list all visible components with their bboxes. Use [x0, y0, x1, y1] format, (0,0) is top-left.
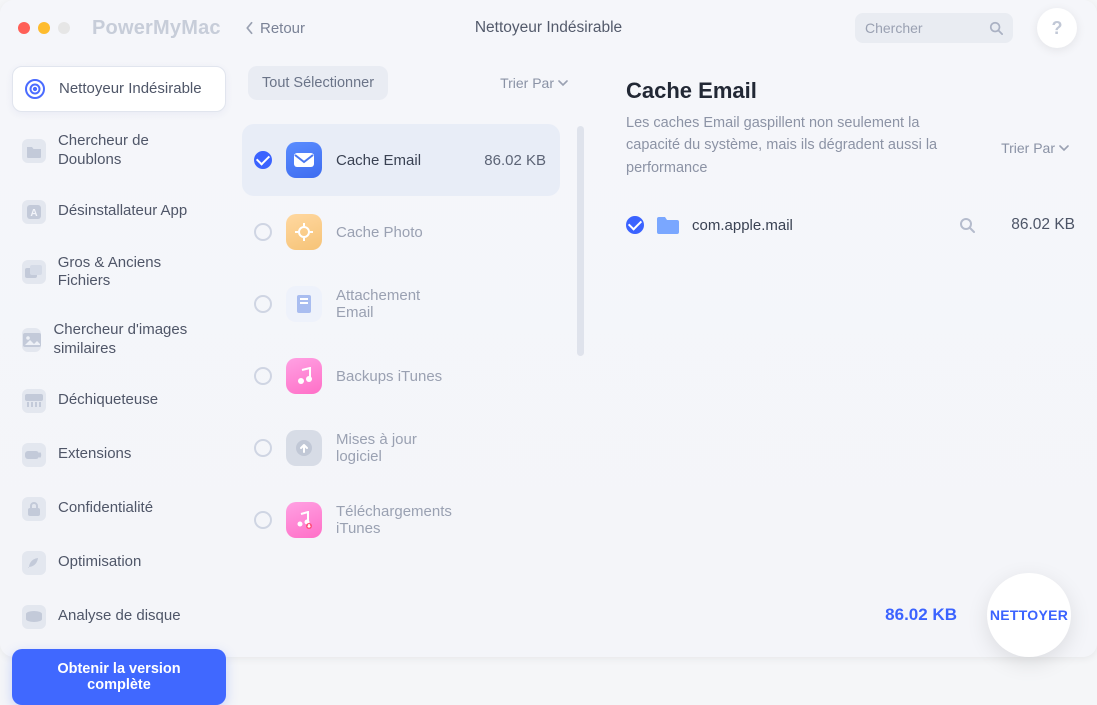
category-label: Téléchargements iTunes [336, 503, 456, 537]
content: Nettoyeur Indésirable Chercheur de Doubl… [0, 56, 1097, 657]
folder-icon [22, 139, 46, 163]
category-label: Backups iTunes [336, 368, 442, 385]
app-icon: A [22, 200, 46, 224]
category-checkbox[interactable] [254, 367, 272, 385]
sort-label: Trier Par [500, 75, 554, 91]
category-column: Tout Sélectionner Trier Par Cache Email … [234, 56, 586, 657]
detail-title: Cache Email [626, 78, 1075, 104]
sidebar-item-label: Déchiqueteuse [58, 391, 158, 410]
close-window-button[interactable] [18, 22, 30, 34]
footer: 86.02 KB NETTOYER [586, 573, 1097, 657]
clean-button[interactable]: NETTOYER [987, 573, 1071, 657]
detail-description: Les caches Email gaspillent non seulemen… [626, 112, 956, 179]
sidebar-item-label: Extensions [58, 445, 131, 464]
sidebar-item-uninstaller[interactable]: A Désinstallateur App [12, 190, 226, 234]
folder-icon [656, 215, 680, 235]
sidebar-item-junk-cleaner[interactable]: Nettoyeur Indésirable [12, 66, 226, 112]
update-icon [286, 430, 322, 466]
clean-label: NETTOYER [990, 607, 1068, 623]
target-icon [23, 77, 47, 101]
category-label: Attachement Email [336, 287, 456, 321]
sidebar-item-label: Optimisation [58, 553, 141, 572]
disk-icon [22, 605, 46, 629]
search-input[interactable] [865, 20, 975, 36]
category-item-cache-photo[interactable]: Cache Photo [242, 196, 560, 268]
chevron-left-icon [244, 21, 254, 35]
category-item-itunes-backups[interactable]: Backups iTunes [242, 340, 560, 412]
shredder-icon [22, 389, 46, 413]
back-button[interactable]: Retour [244, 20, 305, 37]
file-size: 86.02 KB [1005, 216, 1075, 234]
scrollbar[interactable] [577, 126, 584, 356]
sidebar-item-disk-analysis[interactable]: Analyse de disque [12, 595, 226, 639]
sidebar-item-duplicates[interactable]: Chercheur de Doublons [12, 122, 226, 180]
category-toolbar: Tout Sélectionner Trier Par [242, 60, 578, 106]
detail-sort-button[interactable]: Trier Par [1001, 140, 1069, 156]
extensions-icon [22, 443, 46, 467]
window-controls [18, 22, 70, 34]
music-icon [286, 358, 322, 394]
image-icon [22, 328, 41, 352]
sidebar-item-label: Désinstallateur App [58, 202, 187, 221]
help-button[interactable]: ? [1037, 8, 1077, 48]
folders-icon [22, 260, 46, 284]
category-item-cache-email[interactable]: Cache Email 86.02 KB [242, 124, 560, 196]
sidebar-item-privacy[interactable]: Confidentialité [12, 487, 226, 531]
sidebar-item-extensions[interactable]: Extensions [12, 433, 226, 477]
sidebar-item-similar-images[interactable]: Chercheur d'images similaires [12, 311, 226, 369]
category-size: 86.02 KB [484, 152, 546, 169]
sort-button[interactable]: Trier Par [500, 75, 568, 91]
back-label: Retour [260, 20, 305, 37]
lock-icon [22, 497, 46, 521]
sidebar-item-optimization[interactable]: Optimisation [12, 541, 226, 585]
chevron-down-icon [558, 79, 568, 87]
category-list: Cache Email 86.02 KB Cache Photo Attache [242, 124, 578, 594]
sidebar-item-label: Confidentialité [58, 499, 153, 518]
music-download-icon [286, 502, 322, 538]
sidebar-item-label: Gros & Anciens Fichiers [58, 254, 216, 292]
app-title: PowerMyMac [92, 17, 221, 40]
category-item-software-updates[interactable]: Mises à jour logiciel [242, 412, 560, 484]
sort-label: Trier Par [1001, 140, 1055, 156]
app-window: PowerMyMac Retour Nettoyeur Indésirable … [0, 0, 1097, 657]
sidebar-item-label: Chercheur d'images similaires [53, 321, 216, 359]
category-checkbox[interactable] [254, 295, 272, 313]
file-actions: 86.02 KB [959, 216, 1075, 234]
category-label: Mises à jour logiciel [336, 431, 456, 465]
total-size: 86.02 KB [885, 605, 957, 625]
mail-icon [286, 142, 322, 178]
category-checkbox[interactable] [254, 511, 272, 529]
file-row[interactable]: com.apple.mail 86.02 KB [626, 215, 1075, 235]
sidebar-item-shredder[interactable]: Déchiqueteuse [12, 379, 226, 423]
category-checkbox[interactable] [254, 151, 272, 169]
category-item-attachment-email[interactable]: Attachement Email [242, 268, 560, 340]
category-item-itunes-downloads[interactable]: Téléchargements iTunes [242, 484, 560, 556]
detail-panel: Cache Email Les caches Email gaspillent … [586, 56, 1097, 657]
sidebar-item-large-old[interactable]: Gros & Anciens Fichiers [12, 244, 226, 302]
sidebar-item-label: Chercheur de Doublons [58, 132, 216, 170]
zoom-window-button[interactable] [58, 22, 70, 34]
category-label: Cache Photo [336, 224, 423, 241]
page-title: Nettoyeur Indésirable [475, 19, 622, 37]
category-label: Cache Email [336, 152, 421, 169]
titlebar: PowerMyMac Retour Nettoyeur Indésirable … [0, 0, 1097, 56]
select-all-button[interactable]: Tout Sélectionner [248, 66, 388, 100]
minimize-window-button[interactable] [38, 22, 50, 34]
sidebar-item-label: Analyse de disque [58, 607, 181, 626]
category-checkbox[interactable] [254, 439, 272, 457]
rocket-icon [22, 551, 46, 575]
svg-text:A: A [30, 208, 37, 219]
reveal-icon[interactable] [959, 217, 975, 233]
category-checkbox[interactable] [254, 223, 272, 241]
file-checkbox[interactable] [626, 216, 644, 234]
photo-icon [286, 214, 322, 250]
sidebar-item-label: Nettoyeur Indésirable [59, 80, 202, 99]
search-box[interactable] [855, 13, 1013, 43]
help-icon: ? [1052, 18, 1063, 39]
file-name: com.apple.mail [692, 217, 793, 234]
sidebar: Nettoyeur Indésirable Chercheur de Doubl… [0, 56, 234, 657]
search-icon [989, 21, 1003, 35]
chevron-down-icon [1059, 144, 1069, 152]
attachment-icon [286, 286, 322, 322]
